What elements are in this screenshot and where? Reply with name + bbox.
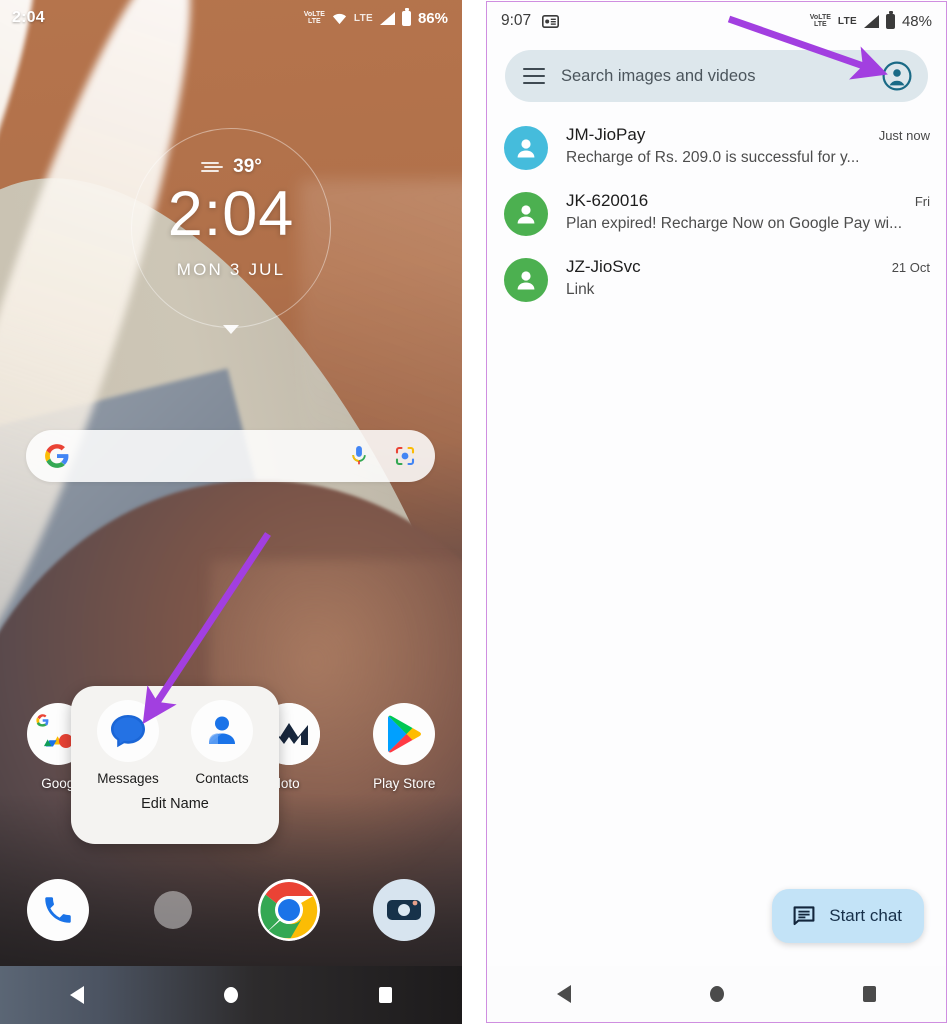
conversation-sender: JK-620016 xyxy=(566,191,649,210)
volte-icon: VoLTE LTE xyxy=(303,10,325,26)
conversation-row[interactable]: JZ-JioSvc 21 Oct Link xyxy=(487,246,946,312)
home-icon[interactable] xyxy=(224,987,239,1003)
dock-camera[interactable] xyxy=(347,879,463,941)
conversation-row[interactable]: JM-JioPay Just now Recharge of Rs. 209.0… xyxy=(487,114,946,180)
person-avatar-icon xyxy=(504,192,548,236)
start-chat-button[interactable]: Start chat xyxy=(772,889,924,943)
left-status-bar: 2:04 VoLTE LTE LTE 86% xyxy=(0,0,462,36)
conversation-timestamp: 21 Oct xyxy=(891,260,930,275)
phone-icon xyxy=(26,879,89,941)
conversation-body: JK-620016 Fri Plan expired! Recharge Now… xyxy=(548,190,930,233)
google-g-icon xyxy=(45,444,69,468)
recents-icon[interactable] xyxy=(863,986,877,1002)
status-clock: 9:07 xyxy=(501,12,532,29)
dock-row xyxy=(0,879,462,941)
signal-icon xyxy=(863,14,879,28)
folder-app-label: Contacts xyxy=(195,771,249,786)
search-widget-actions xyxy=(349,444,417,468)
dock-chrome[interactable] xyxy=(231,879,347,941)
microphone-icon[interactable] xyxy=(349,444,369,468)
right-phone-screen: 9:07 VoLTE LTE LTE 48% Search images and… xyxy=(486,1,947,1023)
dock-placeholder[interactable] xyxy=(116,879,232,941)
conversation-header: JM-JioPay Just now xyxy=(566,125,930,145)
hamburger-menu-icon[interactable] xyxy=(523,68,545,84)
back-icon[interactable] xyxy=(70,986,85,1004)
folder-app-messages[interactable]: Messages xyxy=(97,700,159,786)
start-chat-label: Start chat xyxy=(829,906,902,925)
screenshot-stage: 2:04 VoLTE LTE LTE 86% 39° 2:04 MON 3 JU… xyxy=(0,0,948,1024)
folder-app-grid: Messages Contacts xyxy=(97,700,253,786)
back-icon[interactable] xyxy=(556,985,571,1003)
lte-icon: LTE xyxy=(353,12,373,24)
recents-icon[interactable] xyxy=(378,987,392,1003)
temperature-label: 39° xyxy=(233,156,262,177)
camera-icon xyxy=(373,879,436,941)
conversation-header: JK-620016 Fri xyxy=(566,191,930,211)
lte-icon: LTE xyxy=(837,15,857,27)
placeholder-icon xyxy=(154,891,193,929)
conversation-row[interactable]: JK-620016 Fri Plan expired! Recharge Now… xyxy=(487,180,946,246)
caret-down-icon[interactable] xyxy=(223,325,239,334)
signal-icon xyxy=(379,11,395,25)
chat-bubble-icon xyxy=(793,906,815,926)
left-phone-screen: 2:04 VoLTE LTE LTE 86% 39° 2:04 MON 3 JU… xyxy=(0,0,462,1024)
widget-time: 2:04 xyxy=(167,179,295,249)
status-clock: 2:04 xyxy=(12,9,45,26)
app-play-store[interactable]: Play Store xyxy=(347,703,463,791)
conversation-list: JM-JioPay Just now Recharge of Rs. 209.0… xyxy=(487,102,946,312)
home-icon[interactable] xyxy=(709,986,724,1002)
search-bar[interactable]: Search images and videos xyxy=(505,50,928,102)
app-label: loto xyxy=(277,776,300,791)
right-status-bar: 9:07 VoLTE LTE LTE 48% xyxy=(487,2,946,40)
conversation-header: JZ-JioSvc 21 Oct xyxy=(566,257,930,277)
folder-app-contacts[interactable]: Contacts xyxy=(191,700,253,786)
messages-icon xyxy=(97,700,159,762)
widget-date: MON 3 JUL xyxy=(176,260,286,279)
status-icons: VoLTE LTE LTE 86% xyxy=(303,8,448,27)
left-nav-bar xyxy=(0,966,462,1024)
person-avatar-icon xyxy=(504,258,548,302)
volte-icon: VoLTE LTE xyxy=(809,13,831,29)
status-left-group: 9:07 xyxy=(501,12,560,30)
conversation-sender: JZ-JioSvc xyxy=(566,257,641,276)
folder-popup: Messages Contacts Edit Name xyxy=(71,686,279,844)
conversation-sender: JM-JioPay xyxy=(566,125,646,144)
haze-icon xyxy=(201,162,224,172)
battery-percent: 48% xyxy=(901,12,932,30)
battery-percent: 86% xyxy=(417,9,448,27)
search-input[interactable]: Search images and videos xyxy=(561,67,866,86)
dock-phone[interactable] xyxy=(0,879,116,941)
app-label: Play Store xyxy=(373,776,436,791)
conversation-snippet: Plan expired! Recharge Now on Google Pay… xyxy=(566,215,903,232)
battery-icon xyxy=(885,11,895,29)
battery-icon xyxy=(401,8,411,26)
conversation-snippet: Recharge of Rs. 209.0 is successful for … xyxy=(566,149,860,166)
conversation-body: JM-JioPay Just now Recharge of Rs. 209.0… xyxy=(548,124,930,167)
right-nav-bar xyxy=(487,966,946,1022)
conversation-timestamp: Fri xyxy=(914,194,930,209)
contacts-icon xyxy=(191,700,253,762)
chrome-icon xyxy=(257,879,320,941)
google-search-widget[interactable] xyxy=(26,430,435,482)
conversation-timestamp: Just now xyxy=(878,128,930,143)
conversation-body: JZ-JioSvc 21 Oct Link xyxy=(548,256,930,299)
google-lens-icon[interactable] xyxy=(393,444,417,468)
folder-edit-name[interactable]: Edit Name xyxy=(141,796,209,812)
weather-row[interactable]: 39° xyxy=(131,156,331,178)
status-icons: VoLTE LTE LTE 48% xyxy=(809,11,932,30)
app-label: Goog xyxy=(41,776,75,791)
conversation-snippet: Link xyxy=(566,281,595,298)
clock-weather-widget[interactable]: 39° 2:04 MON 3 JUL xyxy=(131,128,331,334)
play-store-icon xyxy=(373,703,436,765)
person-avatar-icon xyxy=(504,126,548,170)
account-circle-icon[interactable] xyxy=(882,61,912,91)
folder-app-label: Messages xyxy=(97,771,159,786)
wifi-icon xyxy=(332,13,346,24)
card-notification-icon xyxy=(542,14,560,28)
